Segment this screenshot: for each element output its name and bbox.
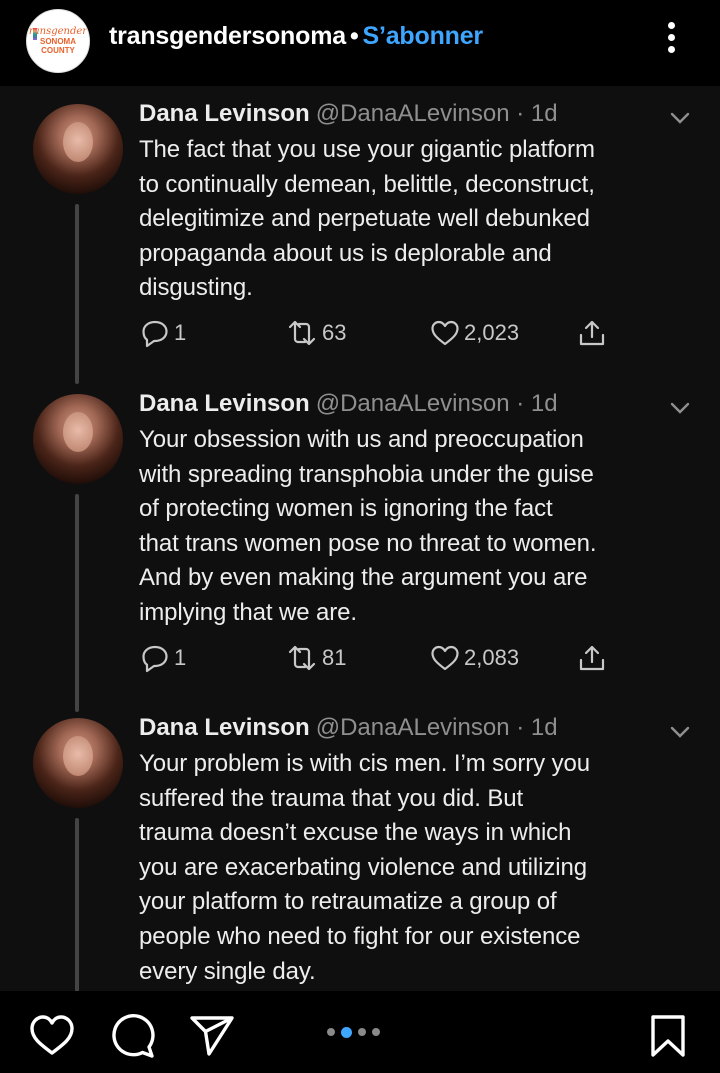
upload-button[interactable]	[576, 317, 611, 349]
thread-line	[75, 494, 79, 712]
account-avatar[interactable]: ransgender SONOMA COUNTY	[26, 9, 90, 73]
reply-icon	[142, 320, 168, 348]
chevron-down-icon[interactable]	[668, 396, 692, 420]
more-icon[interactable]	[660, 22, 682, 56]
like-count: 2,023	[464, 320, 520, 345]
tweet-avatar[interactable]	[33, 394, 123, 484]
tweet-author-handle: @DanaALevinson · 1d	[315, 100, 558, 127]
like-count: 2,083	[464, 645, 520, 670]
carousel-indicator	[327, 1026, 380, 1038]
reply-icon	[142, 645, 168, 673]
account-name-link[interactable]: transgendersonoma	[109, 22, 346, 50]
like-icon	[431, 645, 459, 671]
upload-icon	[579, 320, 605, 346]
tweet-header: Dana Levinson @DanaALevinson · 1d	[139, 100, 558, 128]
tweet-author-name: Dana Levinson	[139, 390, 310, 417]
retweet-count: 63	[322, 320, 347, 345]
reply-button[interactable]: 1	[139, 317, 186, 349]
tweet-actions: 1 81 2,083	[139, 642, 619, 678]
share-icon[interactable]	[188, 1013, 236, 1057]
tweet-actions: 1 63 2,023	[139, 317, 619, 353]
tweet-author-name: Dana Levinson	[139, 100, 310, 127]
logo-text-line3: COUNTY	[41, 46, 75, 55]
tweet-author-handle: @DanaALevinson · 1d	[315, 714, 558, 741]
thread-line	[75, 204, 79, 384]
follow-button[interactable]: S’abonner	[363, 22, 484, 50]
retweet-count: 81	[322, 645, 347, 670]
retweet-button[interactable]: 81	[285, 642, 346, 674]
chevron-down-icon[interactable]	[668, 720, 692, 744]
tweet-avatar[interactable]	[33, 104, 123, 194]
like-button[interactable]: 2,023	[429, 317, 519, 349]
logo-text-line1: ransgender	[28, 26, 88, 37]
bookmark-icon[interactable]	[648, 1013, 688, 1059]
like-icon	[431, 320, 459, 346]
retweet-button[interactable]: 63	[285, 317, 346, 349]
carousel-dot	[358, 1028, 366, 1036]
post-image: Dana Levinson @DanaALevinson · 1d The fac…	[0, 86, 720, 992]
tweet-author-handle: @DanaALevinson · 1d	[315, 390, 558, 417]
tweet-avatar[interactable]	[33, 718, 123, 808]
retweet-icon	[288, 320, 316, 346]
carousel-dot	[341, 1026, 352, 1038]
header-title: transgendersonoma • S’abonner	[109, 22, 483, 51]
thread-line	[75, 818, 79, 992]
header-separator: •	[349, 22, 359, 50]
logo-text-line2: SONOMA	[40, 37, 76, 46]
tweet-header: Dana Levinson @DanaALevinson · 1d	[139, 390, 558, 418]
tweet-header: Dana Levinson @DanaALevinson · 1d	[139, 714, 558, 742]
carousel-dot	[327, 1028, 335, 1036]
reply-button[interactable]: 1	[139, 642, 186, 674]
comment-icon[interactable]	[108, 1013, 156, 1059]
post-header: ransgender SONOMA COUNTY transgendersono…	[0, 0, 720, 86]
upload-icon	[579, 645, 605, 671]
retweet-icon	[288, 645, 316, 671]
chevron-down-icon[interactable]	[668, 106, 692, 130]
reply-count: 1	[174, 320, 187, 345]
logo-rainbow-bar	[33, 28, 37, 40]
tweet-text: The fact that you use your gigantic plat…	[139, 136, 595, 302]
reply-count: 1	[174, 645, 187, 670]
carousel-dot	[372, 1028, 380, 1036]
heart-icon[interactable]	[28, 1013, 76, 1057]
like-button[interactable]: 2,083	[429, 642, 519, 674]
tweet-text: Your obsession with us and preoccupation…	[139, 426, 597, 626]
tweet-author-name: Dana Levinson	[139, 714, 310, 741]
tweet-text: Your problem is with cis men. I’m sorry …	[139, 750, 590, 985]
upload-button[interactable]	[576, 642, 611, 674]
